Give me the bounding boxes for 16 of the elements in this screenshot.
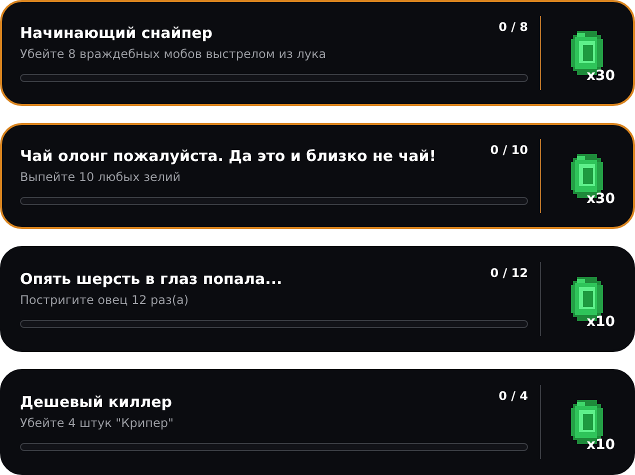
quest-title: Чай олонг пожалуйста. Да это и близко не чай!: [20, 147, 436, 165]
progress-count: 0 / 10: [490, 143, 528, 157]
reward-amount: x30: [586, 68, 615, 84]
reward-amount: x30: [586, 191, 615, 207]
reward-amount: x10: [586, 314, 615, 330]
quest-title: Дешевый киллер: [20, 393, 172, 411]
reward-amount: x10: [586, 437, 615, 453]
progress-count: 0 / 12: [490, 266, 528, 280]
quest-description: Постригите овец 12 раз(а): [20, 293, 189, 307]
progress-count: 0 / 8: [498, 20, 528, 34]
quest-description: Убейте 4 штук "Крипер": [20, 416, 174, 430]
quest-description: Выпейте 10 любых зелий: [20, 170, 181, 184]
quest-title: Опять шерсть в глаз попала...: [20, 270, 282, 288]
quest-description: Убейте 8 враждебных мобов выстрелом из лука: [20, 47, 326, 61]
quest-title: Начинающий снайпер: [20, 24, 213, 42]
progress-count: 0 / 4: [498, 389, 528, 403]
